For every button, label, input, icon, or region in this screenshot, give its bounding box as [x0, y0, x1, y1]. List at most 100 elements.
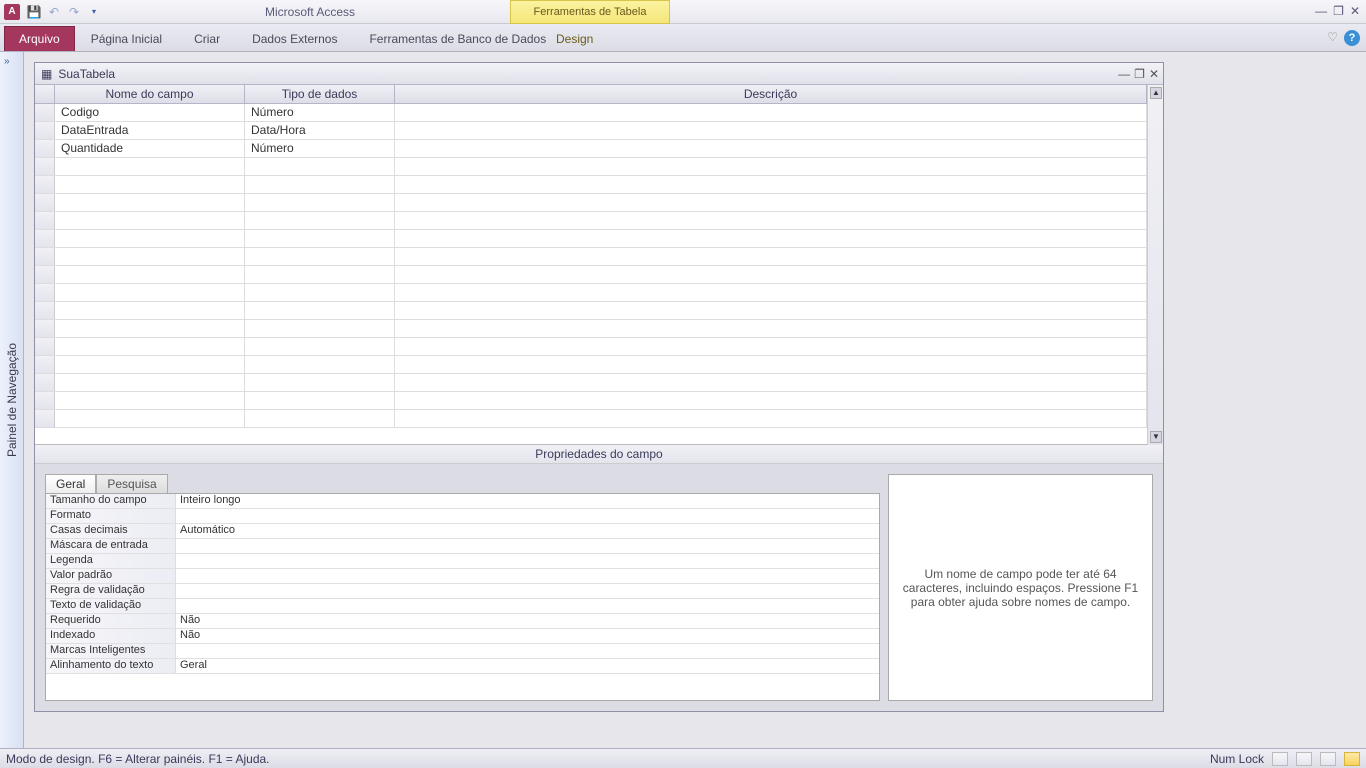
property-value[interactable] [176, 569, 879, 583]
property-value[interactable]: Inteiro longo [176, 494, 879, 508]
cell-field-name[interactable]: Codigo [55, 104, 245, 121]
row-selector[interactable] [35, 392, 55, 409]
cell-description[interactable] [395, 230, 1147, 247]
table-row[interactable] [35, 248, 1147, 266]
cell-data-type[interactable] [245, 212, 395, 229]
table-row[interactable] [35, 266, 1147, 284]
col-header-name[interactable]: Nome do campo [55, 85, 245, 103]
property-value[interactable]: Geral [176, 659, 879, 673]
table-row[interactable] [35, 212, 1147, 230]
cell-description[interactable] [395, 356, 1147, 373]
cell-description[interactable] [395, 194, 1147, 211]
row-selector[interactable] [35, 374, 55, 391]
col-header-type[interactable]: Tipo de dados [245, 85, 395, 103]
undo-icon[interactable]: ↶ [45, 3, 63, 21]
table-row[interactable] [35, 356, 1147, 374]
row-selector[interactable] [35, 338, 55, 355]
restore-icon[interactable]: ❐ [1333, 4, 1344, 18]
row-selector-header[interactable] [35, 85, 55, 103]
property-value[interactable]: Não [176, 614, 879, 628]
table-row[interactable] [35, 158, 1147, 176]
row-selector[interactable] [35, 302, 55, 319]
cell-description[interactable] [395, 392, 1147, 409]
cell-field-name[interactable]: DataEntrada [55, 122, 245, 139]
property-value[interactable] [176, 644, 879, 658]
doc-restore-icon[interactable]: ❐ [1134, 67, 1145, 81]
designer-title-bar[interactable]: ▦ SuaTabela — ❐ ✕ [35, 63, 1163, 85]
row-selector[interactable] [35, 356, 55, 373]
view-datasheet-button[interactable] [1272, 752, 1288, 766]
cell-data-type[interactable] [245, 302, 395, 319]
grid-scrollbar[interactable]: ▲ ▼ [1147, 85, 1163, 445]
cell-description[interactable] [395, 104, 1147, 121]
row-selector[interactable] [35, 284, 55, 301]
cell-description[interactable] [395, 140, 1147, 157]
row-selector[interactable] [35, 140, 55, 157]
property-row[interactable]: Legenda [46, 554, 879, 569]
row-selector[interactable] [35, 122, 55, 139]
cell-description[interactable] [395, 338, 1147, 355]
cell-data-type[interactable] [245, 194, 395, 211]
cell-description[interactable] [395, 212, 1147, 229]
doc-close-icon[interactable]: ✕ [1149, 67, 1159, 81]
row-selector[interactable] [35, 230, 55, 247]
tab-external-data[interactable]: Dados Externos [236, 27, 353, 51]
cell-description[interactable] [395, 320, 1147, 337]
scroll-up-icon[interactable]: ▲ [1150, 87, 1162, 99]
row-selector[interactable] [35, 320, 55, 337]
table-row[interactable] [35, 302, 1147, 320]
property-row[interactable]: RequeridoNão [46, 614, 879, 629]
cell-data-type[interactable]: Número [245, 140, 395, 157]
table-row[interactable] [35, 194, 1147, 212]
cell-field-name[interactable]: Quantidade [55, 140, 245, 157]
cell-field-name[interactable] [55, 338, 245, 355]
close-icon[interactable]: ✕ [1350, 4, 1360, 18]
tab-home[interactable]: Página Inicial [75, 27, 178, 51]
cell-data-type[interactable] [245, 266, 395, 283]
property-value[interactable]: Não [176, 629, 879, 643]
cell-description[interactable] [395, 158, 1147, 175]
cell-data-type[interactable] [245, 176, 395, 193]
cell-data-type[interactable]: Número [245, 104, 395, 121]
row-selector[interactable] [35, 176, 55, 193]
cell-field-name[interactable] [55, 410, 245, 427]
table-row[interactable]: DataEntradaData/Hora [35, 122, 1147, 140]
cell-field-name[interactable] [55, 266, 245, 283]
row-selector[interactable] [35, 212, 55, 229]
scroll-down-icon[interactable]: ▼ [1150, 431, 1162, 443]
cell-description[interactable] [395, 248, 1147, 265]
navigation-pane-collapsed[interactable]: » Painel de Navegação [0, 52, 24, 748]
property-row[interactable]: Tamanho do campoInteiro longo [46, 494, 879, 509]
row-selector[interactable] [35, 158, 55, 175]
doc-minimize-icon[interactable]: — [1118, 67, 1130, 81]
cell-field-name[interactable] [55, 176, 245, 193]
property-value[interactable]: Automático [176, 524, 879, 538]
table-row[interactable] [35, 176, 1147, 194]
property-row[interactable]: Formato [46, 509, 879, 524]
cell-field-name[interactable] [55, 248, 245, 265]
tab-database-tools[interactable]: Ferramentas de Banco de Dados [353, 27, 562, 51]
property-value[interactable] [176, 539, 879, 553]
table-row[interactable]: QuantidadeNúmero [35, 140, 1147, 158]
table-row[interactable]: CodigoNúmero [35, 104, 1147, 122]
cell-data-type[interactable] [245, 338, 395, 355]
cell-data-type[interactable] [245, 374, 395, 391]
view-pivotchart-button[interactable] [1320, 752, 1336, 766]
cell-description[interactable] [395, 302, 1147, 319]
property-row[interactable]: Máscara de entrada [46, 539, 879, 554]
tab-design[interactable]: Design [540, 27, 609, 51]
view-design-button[interactable] [1344, 752, 1360, 766]
cell-data-type[interactable] [245, 230, 395, 247]
cell-description[interactable] [395, 176, 1147, 193]
property-row[interactable]: Alinhamento do textoGeral [46, 659, 879, 674]
file-tab[interactable]: Arquivo [4, 26, 75, 51]
property-row[interactable]: Casas decimaisAutomático [46, 524, 879, 539]
cell-data-type[interactable] [245, 284, 395, 301]
property-value[interactable] [176, 509, 879, 523]
cell-description[interactable] [395, 284, 1147, 301]
cell-field-name[interactable] [55, 284, 245, 301]
row-selector[interactable] [35, 104, 55, 121]
property-value[interactable] [176, 584, 879, 598]
property-value[interactable] [176, 554, 879, 568]
view-pivottable-button[interactable] [1296, 752, 1312, 766]
